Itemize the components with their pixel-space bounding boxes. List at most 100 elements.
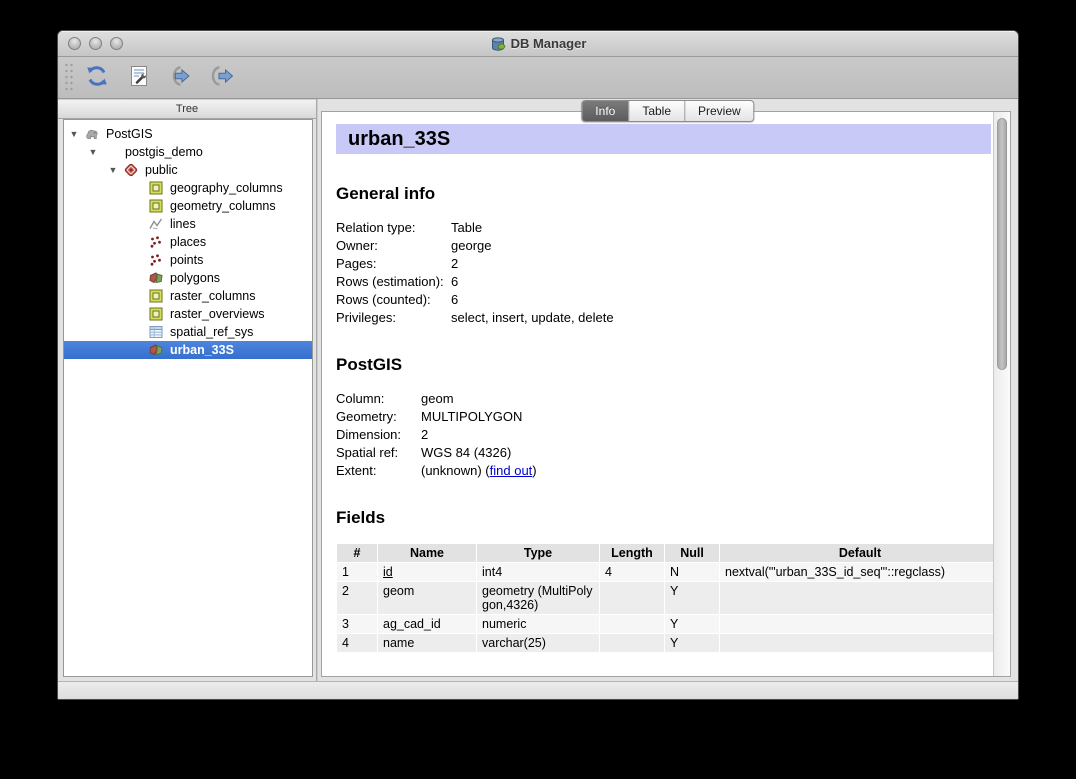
tree-item-label: PostGIS <box>106 127 153 141</box>
info-row: Rows (estimation):6 <box>336 273 991 291</box>
tree-item-label: spatial_ref_sys <box>170 325 253 339</box>
window-title: DB Manager <box>490 36 587 52</box>
tree-item-label: public <box>145 163 178 177</box>
field-cell-name: ag_cad_id <box>378 615 476 633</box>
tab-preview[interactable]: Preview <box>685 101 754 121</box>
disclosure-triangle-icon[interactable]: ▼ <box>68 129 80 139</box>
field-cell-type: numeric <box>477 615 599 633</box>
fields-column-header: Name <box>378 544 476 562</box>
tree-dock-header: Tree <box>58 99 316 119</box>
vertical-scrollbar[interactable] <box>993 112 1010 676</box>
postgis-heading: PostGIS <box>336 355 991 375</box>
info-label: Extent: <box>336 462 421 480</box>
tree-item-postgis[interactable]: ▼ PostGIS <box>64 125 312 143</box>
info-row-extent: Extent:(unknown) (find out) <box>336 462 991 480</box>
toolbar <box>58 57 1018 99</box>
info-value: MULTIPOLYGON <box>421 408 522 426</box>
info-value: george <box>451 237 491 255</box>
info-label: Rows (counted): <box>336 291 451 309</box>
fields-column-header: Length <box>600 544 664 562</box>
field-cell-length <box>600 615 664 633</box>
traffic-lights <box>68 37 123 50</box>
info-row: Relation type:Table <box>336 219 991 237</box>
tree-item-label: places <box>170 235 206 249</box>
tree-item-polygons[interactable]: polygons <box>64 269 312 287</box>
tree-item-urban-33s[interactable]: urban_33S <box>64 341 312 359</box>
scrollbar-thumb[interactable] <box>997 118 1007 370</box>
status-bar <box>58 681 1018 699</box>
zoom-button[interactable] <box>110 37 123 50</box>
table-row: 2geomgeometry (MultiPolygon,4326)Y <box>337 582 993 614</box>
page-title: urban_33S <box>336 124 991 154</box>
tree-item-geometry-columns[interactable]: geometry_columns <box>64 197 312 215</box>
extent-unknown-text: (unknown) ( <box>421 463 490 478</box>
info-label: Relation type: <box>336 219 451 237</box>
title-bar[interactable]: DB Manager <box>58 31 1018 57</box>
minimize-button[interactable] <box>89 37 102 50</box>
tree-item-label: raster_columns <box>170 289 255 303</box>
disclosure-triangle-icon[interactable]: ▼ <box>87 147 99 157</box>
close-button[interactable] <box>68 37 81 50</box>
info-row: Owner:george <box>336 237 991 255</box>
info-label: Column: <box>336 390 421 408</box>
table-grid-icon <box>148 324 164 340</box>
points-icon <box>148 252 164 268</box>
info-label: Rows (estimation): <box>336 273 451 291</box>
find-out-link[interactable]: find out <box>490 463 533 478</box>
export-layer-button[interactable] <box>206 62 240 94</box>
tree-item-public[interactable]: ▼ public <box>64 161 312 179</box>
info-value: 2 <box>421 426 428 444</box>
tree-item-places[interactable]: places <box>64 233 312 251</box>
postgis-elephant-icon <box>84 126 100 142</box>
tree-item-geography-columns[interactable]: geography_columns <box>64 179 312 197</box>
tab-table[interactable]: Table <box>629 101 685 121</box>
field-cell-null: Y <box>665 615 719 633</box>
field-cell-length: 4 <box>600 563 664 581</box>
import-layer-button[interactable] <box>164 62 198 94</box>
info-page: urban_33S General info Relation type:Tab… <box>322 112 993 676</box>
tree-item-label: urban_33S <box>170 343 234 357</box>
tree-item-points[interactable]: points <box>64 251 312 269</box>
refresh-button[interactable] <box>80 62 114 94</box>
points-icon <box>148 234 164 250</box>
general-info-heading: General info <box>336 184 991 204</box>
field-cell-length <box>600 582 664 614</box>
info-label: Pages: <box>336 255 451 273</box>
fields-table: #NameTypeLengthNullDefault 1idint44Nnext… <box>336 543 993 653</box>
info-value: geom <box>421 390 454 408</box>
field-cell-default: nextval('"urban_33S_id_seq"'::regclass) <box>720 563 993 581</box>
field-cell-default <box>720 634 993 652</box>
info-label: Owner: <box>336 237 451 255</box>
table-row: 4namevarchar(25)Y <box>337 634 993 652</box>
tree-item-postgis-demo[interactable]: ▼postgis_demo <box>64 143 312 161</box>
disclosure-triangle-icon[interactable]: ▼ <box>107 165 119 175</box>
sql-window-button[interactable] <box>122 62 156 94</box>
info-value: (unknown) (find out) <box>421 462 537 480</box>
info-value: 6 <box>451 273 458 291</box>
table-columns-icon <box>148 288 164 304</box>
extent-suffix-text: ) <box>532 463 536 478</box>
info-value: Table <box>451 219 482 237</box>
tree-item-lines[interactable]: lines <box>64 215 312 233</box>
info-row: Spatial ref:WGS 84 (4326) <box>336 444 991 462</box>
field-cell-name: id <box>378 563 476 581</box>
tree-item-raster-overviews[interactable]: raster_overviews <box>64 305 312 323</box>
tab-info[interactable]: Info <box>582 101 629 121</box>
info-label: Spatial ref: <box>336 444 421 462</box>
field-cell-null: Y <box>665 634 719 652</box>
table-row: 1idint44Nnextval('"urban_33S_id_seq"'::r… <box>337 563 993 581</box>
tree-item-spatial-ref-sys[interactable]: spatial_ref_sys <box>64 323 312 341</box>
info-value: select, insert, update, delete <box>451 309 614 327</box>
toolbar-drag-handle[interactable] <box>64 62 74 94</box>
info-row: Geometry:MULTIPOLYGON <box>336 408 991 426</box>
refresh-icon <box>84 63 110 92</box>
tree-item-label: raster_overviews <box>170 307 264 321</box>
info-row: Column:geom <box>336 390 991 408</box>
fields-column-header: Default <box>720 544 993 562</box>
tree-item-raster-columns[interactable]: raster_columns <box>64 287 312 305</box>
info-value: WGS 84 (4326) <box>421 444 511 462</box>
tree-dock: Tree ▼PostGIS▼postgis_demo▼publicgeograp… <box>58 99 316 681</box>
info-label: Dimension: <box>336 426 421 444</box>
field-cell-name: name <box>378 634 476 652</box>
field-cell-num: 1 <box>337 563 377 581</box>
